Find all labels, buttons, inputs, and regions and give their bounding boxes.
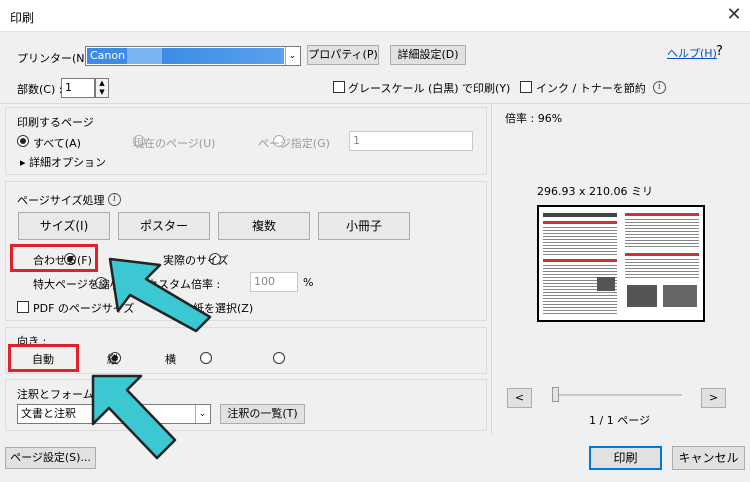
current-page-label: 現在のページ(U) xyxy=(133,137,216,150)
next-page-button[interactable]: > xyxy=(701,388,726,408)
properties-button[interactable]: プロパティ(P) xyxy=(307,45,379,65)
preview-line xyxy=(543,213,617,217)
annotation-arrow-icon xyxy=(91,374,177,460)
portrait-radio[interactable] xyxy=(199,352,212,364)
copies-input[interactable]: 1 xyxy=(61,78,95,98)
preview-text-block xyxy=(625,219,699,249)
tab-multiple[interactable]: 複数 xyxy=(218,212,310,240)
advanced-button[interactable]: 詳細設定(D) xyxy=(390,45,466,65)
preview-image xyxy=(627,285,657,307)
preview-image xyxy=(597,277,615,291)
landscape-label: 横 xyxy=(165,353,176,366)
info-icon[interactable]: i xyxy=(653,81,666,94)
dialog-title: 印刷 xyxy=(10,11,35,25)
preview-text-block xyxy=(625,259,699,279)
help-link[interactable]: ヘルプ(H) xyxy=(667,45,717,61)
tab-poster[interactable]: ポスター xyxy=(118,212,210,240)
page-sizing-heading: ページサイズ処理 xyxy=(17,194,105,207)
comments-select-value: 文書と注釈 xyxy=(21,407,76,420)
title-bar: 印刷 ✕ xyxy=(0,0,750,32)
printer-name: Canon xyxy=(90,49,126,62)
preview-line xyxy=(543,259,617,262)
portrait-label: 縦 xyxy=(107,353,118,366)
page-setup-button[interactable]: ページ設定(S)... xyxy=(5,447,96,469)
prev-page-button[interactable]: < xyxy=(507,388,532,408)
pages-heading: 印刷するページ xyxy=(17,116,94,129)
all-pages-radio[interactable] xyxy=(17,135,29,147)
preview-image xyxy=(663,285,697,307)
landscape-radio[interactable] xyxy=(273,352,285,364)
preview-line xyxy=(625,213,699,216)
all-pages-label: すべて(A) xyxy=(33,137,81,150)
custom-scale-input[interactable]: 100 xyxy=(250,272,298,292)
page-preview xyxy=(537,205,705,322)
grayscale-label: グレースケール (白黒) で印刷(Y) xyxy=(348,82,511,95)
chevron-down-icon[interactable]: ⌄ xyxy=(285,47,299,65)
cancel-button[interactable]: キャンセル xyxy=(672,446,745,470)
comments-summary-button[interactable]: 注釈の一覧(T) xyxy=(220,404,305,424)
copies-spinner[interactable]: ▲ ▼ xyxy=(95,78,109,98)
page-slider-track[interactable] xyxy=(552,394,682,396)
more-options-toggle[interactable]: ▸ 詳細オプション xyxy=(20,154,106,170)
tab-size[interactable]: サイズ(I) xyxy=(18,212,110,240)
info-icon[interactable]: i xyxy=(108,193,121,206)
pdf-size-checkbox[interactable] xyxy=(17,301,29,313)
fit-label: 合わせる(F) xyxy=(33,254,92,267)
printer-select[interactable]: Canon ⌄ xyxy=(85,46,301,66)
grayscale-checkbox[interactable] xyxy=(333,81,345,93)
divider xyxy=(0,103,750,104)
preview-size: 296.93 x 210.06 ミリ xyxy=(537,185,653,198)
preview-line xyxy=(543,221,617,224)
annotation-arrow-icon xyxy=(108,257,212,333)
specify-pages-label: ページ指定(G) xyxy=(258,137,330,150)
auto-label: 自動 xyxy=(32,353,54,366)
preview-scale: 倍率 : 96% xyxy=(505,112,563,125)
percent-label: % xyxy=(303,276,314,289)
help-icon[interactable]: ? xyxy=(716,44,723,59)
panel-divider xyxy=(491,104,492,434)
save-ink-label: インク / トナーを節約 xyxy=(536,82,646,95)
close-icon[interactable]: ✕ xyxy=(722,4,746,26)
print-button[interactable]: 印刷 xyxy=(589,446,662,470)
copies-label: 部数(C) : xyxy=(17,83,63,96)
preview-line xyxy=(625,253,699,256)
page-slider-thumb[interactable] xyxy=(552,387,559,402)
tab-booklet[interactable]: 小冊子 xyxy=(318,212,410,240)
preview-text-block xyxy=(543,227,617,255)
page-range-input[interactable]: 1 xyxy=(349,131,473,151)
save-ink-checkbox[interactable] xyxy=(520,81,532,93)
page-count: 1 / 1 ページ xyxy=(589,414,650,427)
chevron-down-icon[interactable]: ⌄ xyxy=(195,405,209,423)
